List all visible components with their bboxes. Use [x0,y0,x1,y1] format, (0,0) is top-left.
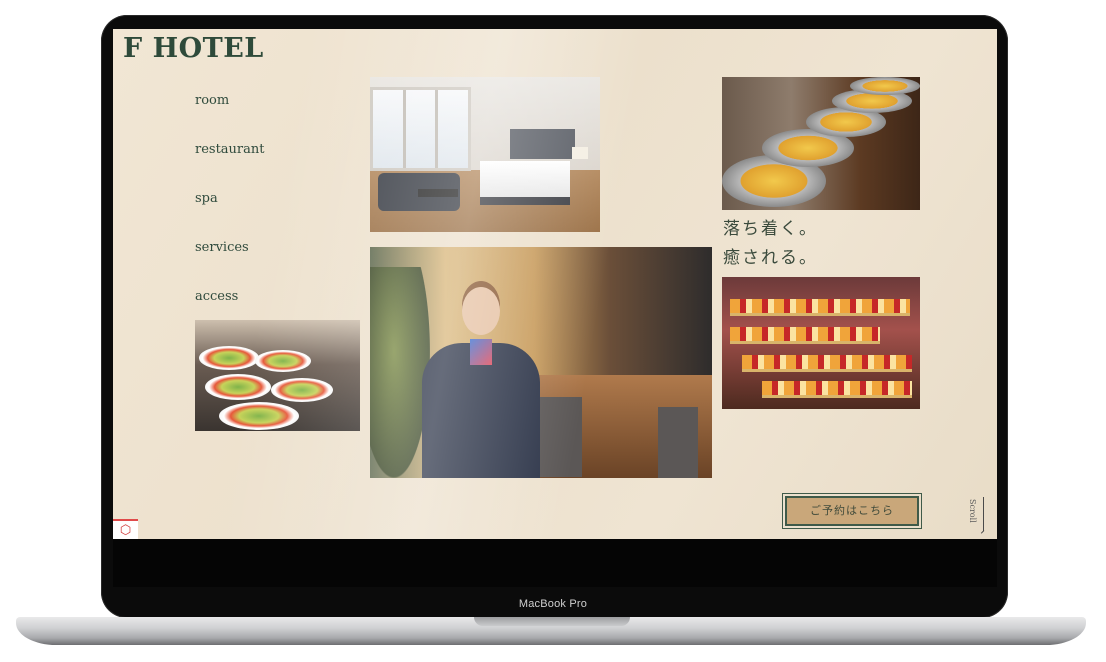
laravel-icon[interactable]: ⬡ [113,519,138,539]
nav-item-room[interactable]: room [195,93,265,142]
website-screen: F HOTEL room restaurant spa services acc… [113,29,997,539]
scroll-arrow-icon [983,497,984,531]
staff-photo [370,247,712,478]
site-logo[interactable]: F HOTEL [123,33,264,64]
scroll-indicator[interactable]: Scroll [968,499,977,523]
screen-bottom-band [113,539,997,587]
nav-item-services[interactable]: services [195,240,265,289]
macbook-label: MacBook Pro [518,598,588,610]
main-nav: room restaurant spa services access [195,93,265,338]
dessert-photo [722,277,920,409]
laptop-notch [474,617,630,626]
buffet-photo [722,77,920,210]
reserve-button[interactable]: ご予約はこちら [782,493,922,529]
salad-photo [195,320,360,431]
nav-item-spa[interactable]: spa [195,191,265,240]
tagline: 落ち着く。 癒される。 [723,215,818,273]
tagline-line1: 落ち着く。 [723,219,818,239]
tagline-line2: 癒される。 [723,248,818,268]
nav-item-restaurant[interactable]: restaurant [195,142,265,191]
room-photo [370,77,600,232]
